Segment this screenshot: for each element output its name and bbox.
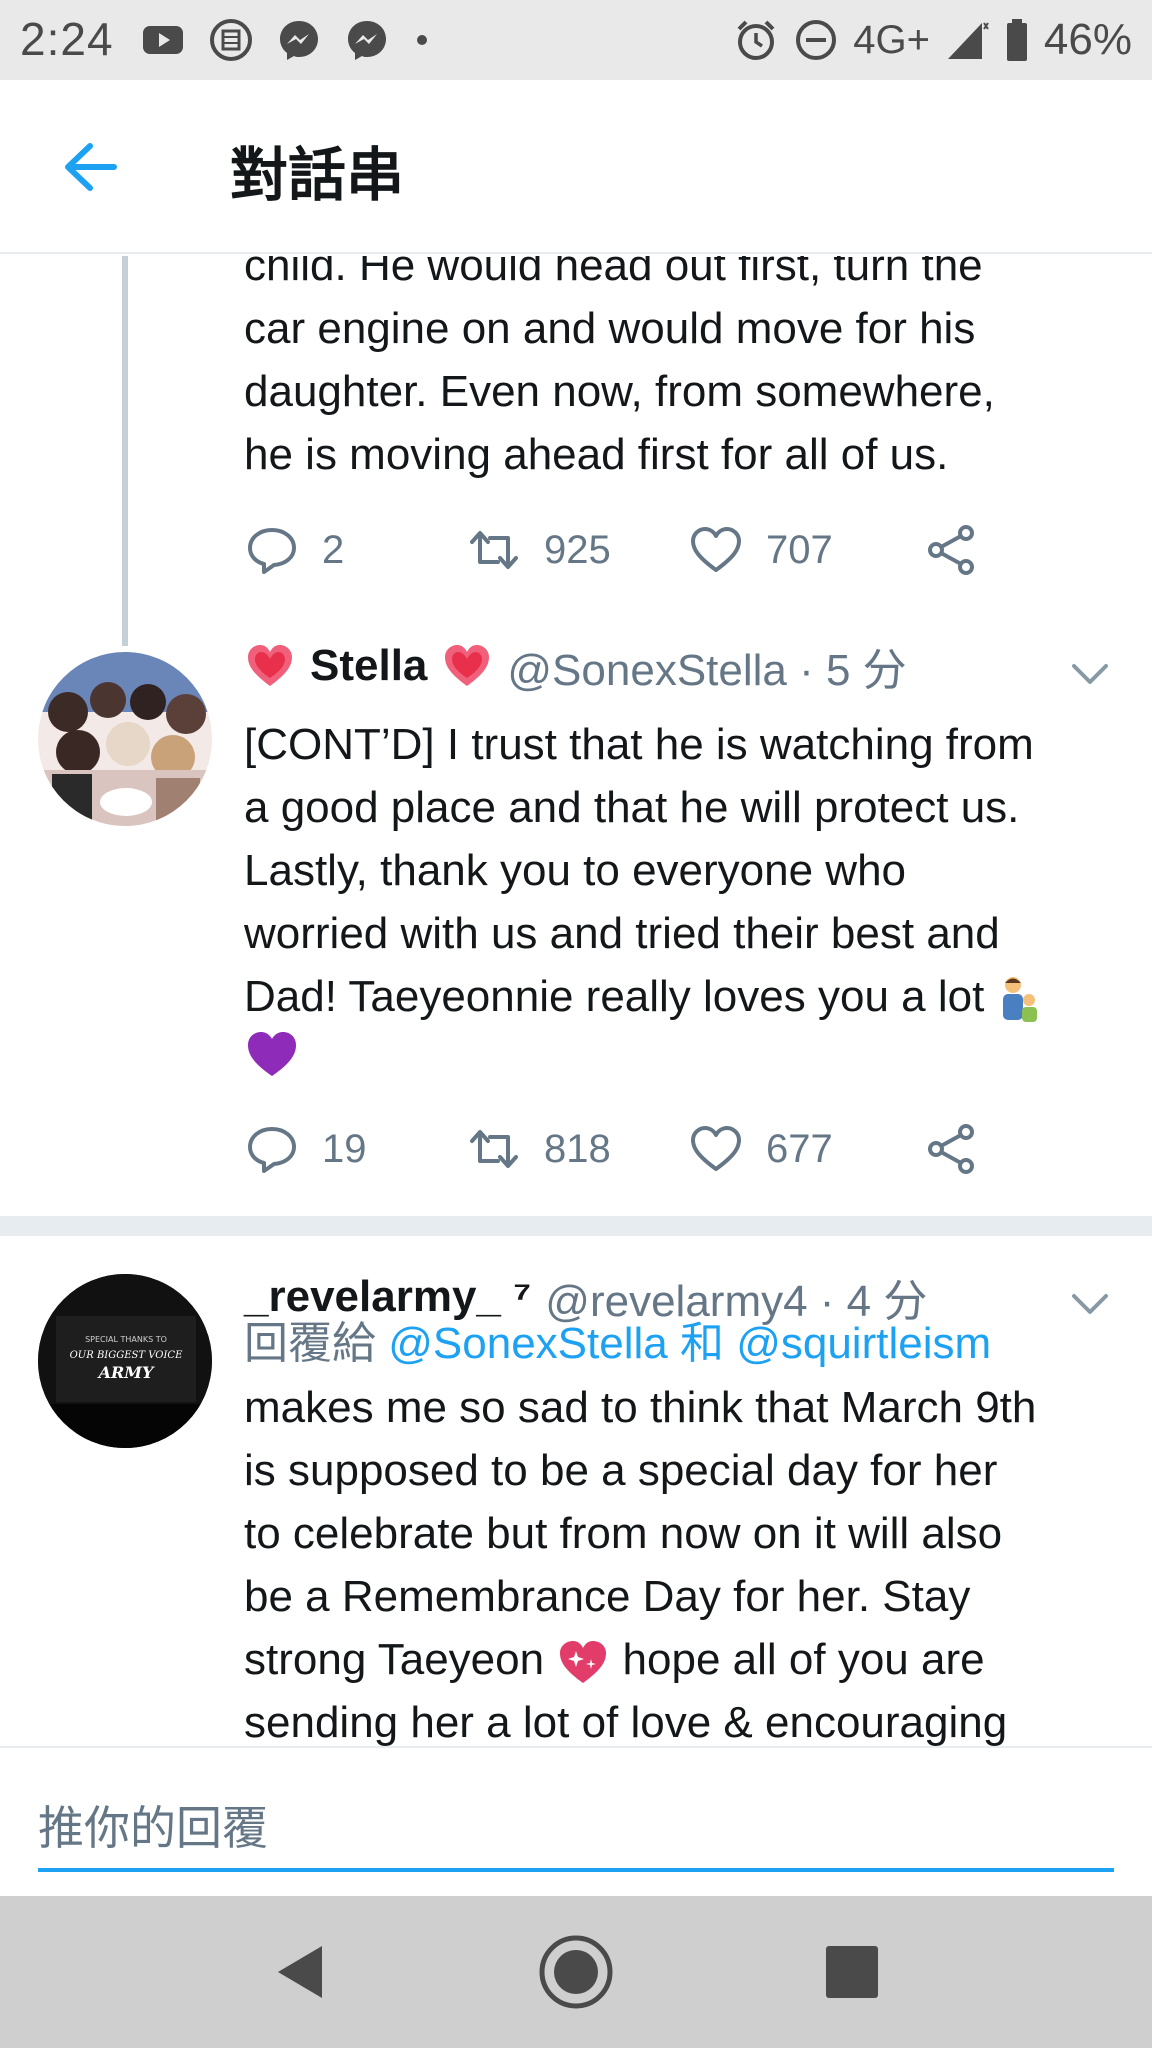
messenger-icon (348, 21, 386, 60)
alarm-icon (737, 20, 775, 60)
like-count: 707 (766, 527, 833, 572)
app-header: 對話串 (0, 80, 1152, 254)
thread-connector-line (122, 256, 128, 646)
reply-input-underline (38, 1868, 1114, 1872)
text-line: daughter. Even now, from somewhere, (244, 367, 995, 416)
more-notifications-dot (417, 35, 427, 45)
reply-icon (248, 528, 296, 574)
signal-icon (947, 22, 989, 59)
text-line: be a Remembrance Day for her. Stay (244, 1572, 971, 1621)
avatar-text-3: ARMY (97, 1363, 155, 1382)
text-line (244, 1028, 1124, 1097)
like-icon (691, 1126, 741, 1171)
dnd-icon (796, 20, 837, 60)
status-bar: 2:24 4G+ 46% (0, 0, 1152, 80)
conversation-divider (0, 1216, 1152, 1236)
mention-link[interactable]: @SonexStella (388, 1319, 668, 1368)
notification-icons (140, 18, 432, 62)
text-line-content: strong Taeyeon (244, 1635, 545, 1684)
text-line: worried with us and tried their best and (244, 909, 1000, 958)
text-line: is supposed to be a special day for her (244, 1446, 998, 1495)
messenger-icon (280, 21, 318, 60)
like-button[interactable]: 677 (688, 1114, 833, 1184)
text-line-content: Dad! Taeyeonnie really loves you a lot (244, 972, 985, 1021)
reply-bar: 推你的回覆 (0, 1746, 1152, 1896)
text-line: to celebrate but from now on it will als… (244, 1509, 1003, 1558)
share-icon (928, 525, 974, 575)
avatar-text-2: OUR BIGGEST VOICE (70, 1350, 183, 1361)
purple-heart-emoji-icon (248, 1032, 296, 1076)
heart-emoji-icon (248, 645, 292, 686)
text-line: a good place and that he will protect us… (244, 783, 1020, 832)
text-line: car engine on and would move for his (244, 304, 976, 353)
like-icon (691, 527, 741, 572)
text-line-content: hope all of you are (622, 1635, 985, 1684)
nav-back-icon[interactable] (260, 1932, 340, 2012)
reply-button[interactable]: 2 (244, 515, 344, 585)
text-line: child. He would head out first, turn the (244, 256, 983, 290)
share-button[interactable] (924, 1114, 980, 1184)
text-line: Dad! Taeyeonnie really loves you a lot (244, 965, 1124, 1028)
text-line: [CONT’D] I trust that he is watching fro… (244, 720, 1034, 769)
back-arrow-icon[interactable] (56, 132, 126, 202)
user-handle[interactable]: @SonexStella · 5 分 (507, 634, 906, 698)
chevron-down-icon[interactable] (1068, 652, 1112, 696)
system-nav-bar (0, 1896, 1152, 2048)
heart-emoji-icon (445, 645, 490, 686)
network-type: 4G+ (853, 17, 930, 62)
sparkling-heart-emoji-icon (560, 1641, 607, 1684)
text-line: makes me so sad to think that March 9th (244, 1383, 1037, 1432)
youtube-icon (143, 26, 183, 54)
avatar-group-photo (38, 652, 212, 826)
tweet-stella-actions: 19 818 677 (244, 1114, 1024, 1184)
avatar-revelarmy[interactable]: SPECIAL THANKS TO OUR BIGGEST VOICE ARMY (38, 1274, 212, 1448)
family-emoji-icon (1002, 977, 1037, 1023)
text-line: strong Taeyeon hope all of you are (244, 1628, 1124, 1691)
display-name[interactable]: Stella (310, 641, 427, 691)
avatar-concert-screen: SPECIAL THANKS TO OUR BIGGEST VOICE ARMY (38, 1274, 212, 1448)
like-count: 677 (766, 1126, 833, 1171)
system-icons: 4G+ 46% (733, 14, 1132, 66)
reply-count: 2 (322, 527, 345, 572)
share-button[interactable] (924, 515, 980, 585)
battery-percent: 46% (1043, 15, 1132, 64)
tweet-stella-text: [CONT’D] I trust that he is watching fro… (244, 713, 1124, 1097)
reply-count: 19 (322, 1126, 367, 1171)
battery-icon (1006, 19, 1027, 61)
reply-icon (248, 1127, 296, 1173)
text-line: Lastly, thank you to everyone who (244, 846, 907, 895)
thread-content[interactable]: child. He would head out first, turn the… (0, 256, 1152, 1746)
nav-recents-icon[interactable] (812, 1932, 892, 2012)
reply-button[interactable]: 19 (244, 1114, 367, 1184)
like-button[interactable]: 707 (688, 515, 833, 585)
app-icon (210, 19, 252, 61)
page-title: 對話串 (230, 141, 405, 209)
avatar-text-1: SPECIAL THANKS TO (85, 1335, 167, 1344)
tweet-prev-text: child. He would head out first, turn the… (244, 256, 1124, 486)
reply-prefix: 回覆給 (244, 1319, 376, 1368)
nav-home-icon[interactable] (536, 1932, 616, 2012)
mention-link[interactable]: @squirtleism (736, 1319, 991, 1368)
text-line: he is moving ahead first for all of us. (244, 430, 949, 479)
text-line: sending her a lot of love & encouraging (244, 1698, 1008, 1746)
retweet-button[interactable]: 925 (466, 515, 611, 585)
tweet-prev-actions: 2 925 707 (244, 515, 1024, 585)
retweet-count: 925 (544, 527, 611, 572)
reply-input[interactable]: 推你的回覆 (38, 1792, 268, 1858)
share-icon (928, 1124, 974, 1174)
tweet-revel-text: makes me so sad to think that March 9th … (244, 1376, 1124, 1746)
tweet-stella-header: Stella @SonexStella · 5 分 (244, 635, 1104, 697)
reply-conjunction: 和 (679, 1319, 724, 1368)
retweet-button[interactable]: 818 (466, 1114, 611, 1184)
avatar-stella[interactable] (38, 652, 212, 826)
retweet-count: 818 (544, 1126, 611, 1171)
reply-context: 回覆給 @SonexStella 和 @squirtleism (244, 1312, 1124, 1375)
status-time: 2:24 (20, 13, 114, 65)
retweet-icon (470, 1130, 518, 1168)
retweet-icon (470, 531, 518, 569)
